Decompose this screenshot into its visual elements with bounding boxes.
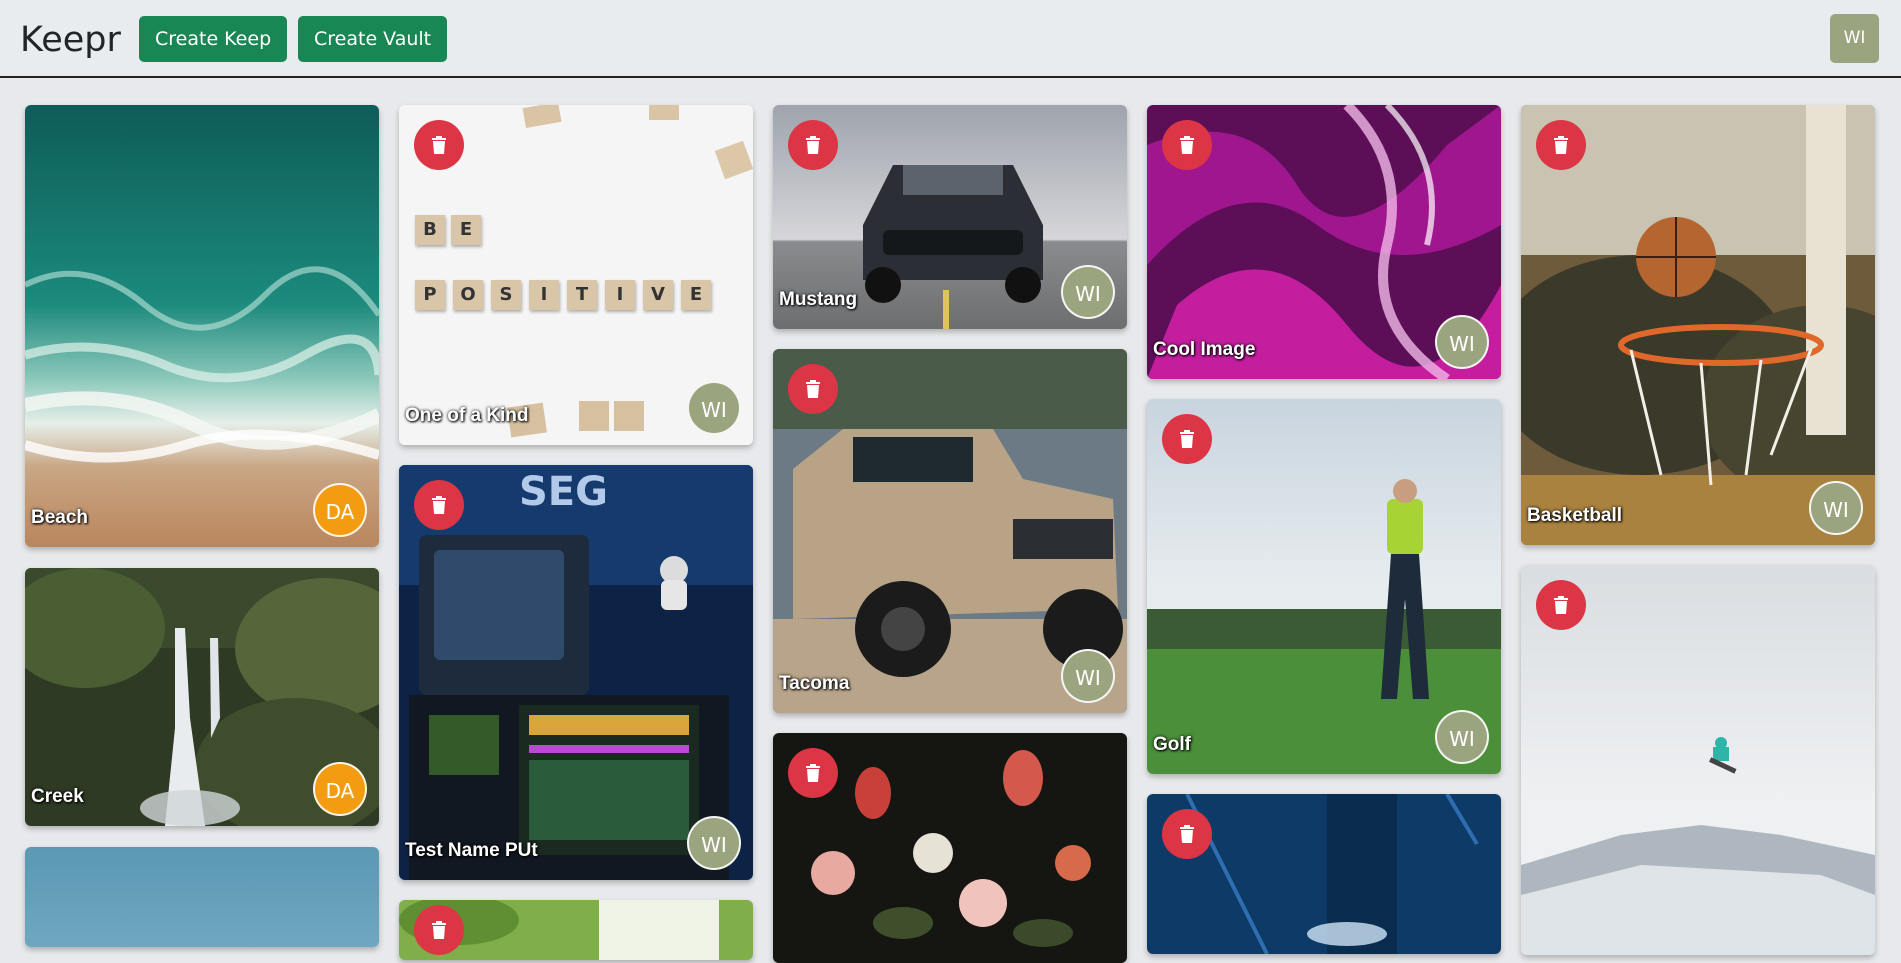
delete-button[interactable] [1162,120,1212,170]
svg-text:SEG: SEG [519,469,608,515]
card-title: Basketball [1527,505,1623,526]
keep-card-trees[interactable] [399,900,753,960]
scrabble-tile: V [643,280,673,310]
keep-card-sky[interactable] [25,847,379,947]
keep-card-golf[interactable]: Golf WI [1147,399,1501,774]
scrabble-tile: E [681,280,711,310]
owner-avatar[interactable]: DA [313,762,367,816]
trash-icon [806,764,820,782]
trash-icon [1554,596,1568,614]
trash-icon [432,136,446,154]
card-title: Golf [1153,734,1191,755]
keep-card-one-of-a-kind[interactable]: B E P O S I T I V E One of a Kind WI [399,105,753,445]
card-title: Creek [31,786,84,807]
scrabble-row-1: B E [415,215,481,245]
scrabble-tile: P [415,280,445,310]
keep-card-tacoma[interactable]: Tacoma WI [773,349,1127,713]
delete-button[interactable] [788,364,838,414]
delete-button[interactable] [1536,120,1586,170]
trash-icon [806,136,820,154]
card-title: Cool Image [1153,339,1256,360]
retro-tv-image: SEG [399,465,753,880]
trash-icon [432,496,446,514]
card-title: Tacoma [779,673,850,694]
create-vault-button[interactable]: Create Vault [298,16,448,62]
top-navbar: Keepr Create Keep Create Vault WI [0,0,1901,78]
card-title: One of a Kind [405,405,529,426]
delete-button[interactable] [1162,809,1212,859]
keep-card-test-name[interactable]: SEG Test Name PUt WI [399,465,753,880]
owner-avatar[interactable]: WI [687,381,741,435]
delete-button[interactable] [1536,580,1586,630]
keep-card-mustang[interactable]: Mustang WI [773,105,1127,329]
scrabble-row-2: P O S I T I V E [415,280,711,310]
scrabble-tile: B [415,215,445,245]
trash-icon [1554,136,1568,154]
trash-icon [1180,430,1194,448]
keep-card-basketball[interactable]: Basketball WI [1521,105,1875,545]
owner-avatar[interactable]: WI [1061,649,1115,703]
keep-card-flowers[interactable] [773,733,1127,963]
delete-button[interactable] [788,748,838,798]
basketball-image [1521,105,1875,545]
card-title: Mustang [779,289,858,310]
trash-icon [432,921,446,939]
trash-icon [1180,825,1194,843]
card-title: Beach [31,507,89,528]
owner-avatar[interactable]: WI [1435,315,1489,369]
scrabble-tile: E [451,215,481,245]
keep-card-beach[interactable]: Beach DA [25,105,379,547]
owner-avatar[interactable]: WI [1435,710,1489,764]
beach-image [25,105,379,547]
brand-logo[interactable]: Keepr [20,20,121,60]
delete-button[interactable] [414,480,464,530]
owner-avatar[interactable]: WI [687,816,741,870]
sky-image [25,847,379,947]
scrabble-tile: I [529,280,559,310]
create-keep-button[interactable]: Create Keep [139,16,288,62]
owner-avatar[interactable]: DA [313,483,367,537]
delete-button[interactable] [414,120,464,170]
scrabble-tile: S [491,280,521,310]
keep-card-cool-image[interactable]: Cool Image WI [1147,105,1501,379]
delete-button[interactable] [414,905,464,955]
scrabble-tile: I [605,280,635,310]
owner-avatar[interactable]: WI [1061,265,1115,319]
keep-card-snowboard[interactable] [1521,565,1875,955]
scrabble-tile: T [567,280,597,310]
user-avatar[interactable]: WI [1830,14,1879,63]
owner-avatar[interactable]: WI [1809,481,1863,535]
delete-button[interactable] [1162,414,1212,464]
card-title: Test Name PUt [405,840,538,861]
trash-icon [806,380,820,398]
trash-icon [1180,136,1194,154]
keep-card-creek[interactable]: Creek DA [25,568,379,826]
scrabble-tile: O [453,280,483,310]
keep-card-pool[interactable] [1147,794,1501,954]
delete-button[interactable] [788,120,838,170]
